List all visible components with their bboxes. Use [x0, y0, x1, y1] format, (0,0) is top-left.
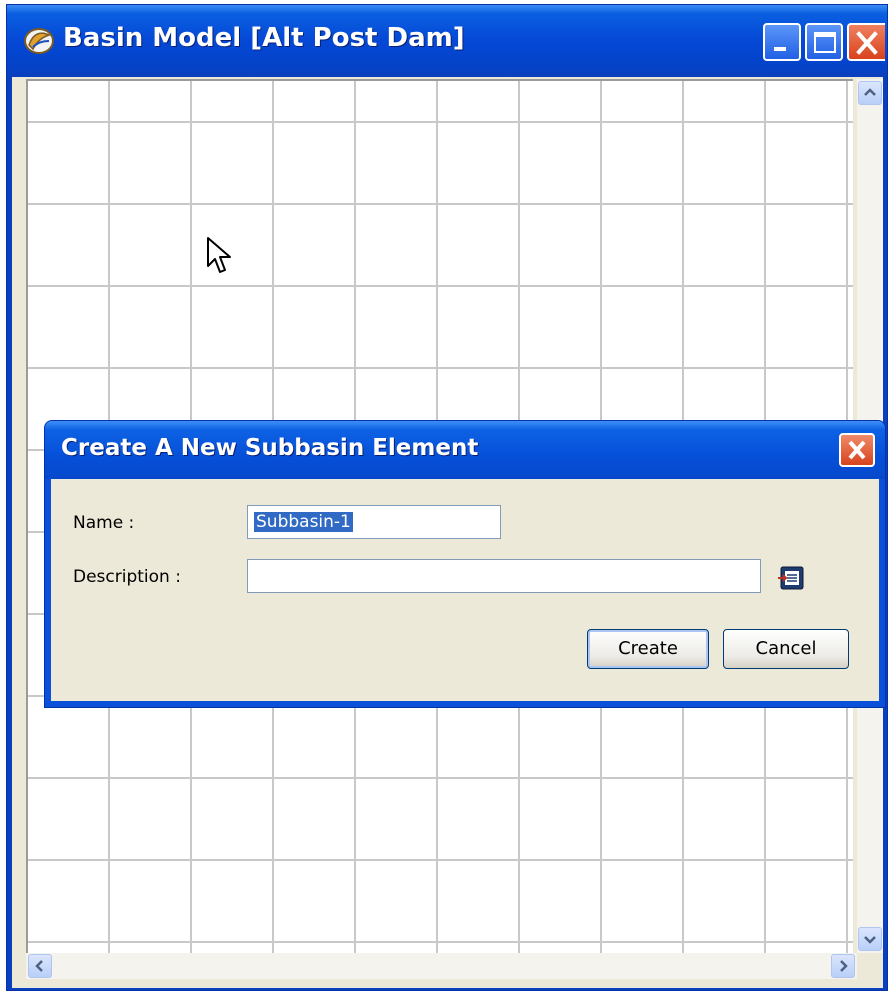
scroll-left-icon [35, 960, 43, 972]
description-field[interactable] [247, 559, 761, 593]
create-subbasin-dialog: Create A New Subbasin Element Name : Sub… [44, 420, 886, 708]
text-editor-icon[interactable] [777, 565, 807, 591]
name-field-value: Subbasin-1 [254, 512, 353, 532]
description-label: Description : [73, 567, 181, 587]
arrow-cursor-icon [207, 237, 231, 273]
name-field[interactable]: Subbasin-1 [247, 505, 501, 539]
window-title: Basin Model [Alt Post Dam] [63, 23, 465, 53]
scroll-down-icon [864, 936, 876, 944]
basin-model-app-icon [24, 28, 54, 54]
scroll-down-button[interactable] [858, 927, 882, 951]
maximize-button[interactable] [805, 23, 843, 61]
close-window-button[interactable] [847, 23, 885, 61]
name-label: Name : [73, 513, 135, 533]
create-button[interactable]: Create [587, 629, 709, 669]
scroll-right-button[interactable] [831, 954, 855, 978]
scroll-up-icon [864, 88, 876, 96]
scroll-left-button[interactable] [28, 954, 52, 978]
dialog-title: Create A New Subbasin Element [61, 435, 479, 461]
dialog-body: Name : Subbasin-1 Description : Create C… [51, 479, 879, 701]
window-titlebar[interactable]: Basin Model [Alt Post Dam] [7, 5, 887, 77]
close-icon [856, 31, 878, 55]
maximize-icon [814, 32, 836, 53]
cancel-button[interactable]: Cancel [723, 629, 849, 669]
minimize-button[interactable] [763, 23, 801, 61]
horizontal-scrollbar[interactable] [26, 953, 857, 979]
scroll-up-button[interactable] [858, 81, 882, 105]
close-icon [848, 440, 866, 460]
scroll-right-icon [840, 960, 848, 972]
minimize-icon [774, 47, 786, 51]
dialog-titlebar[interactable]: Create A New Subbasin Element [45, 421, 885, 479]
dialog-close-button[interactable] [839, 433, 875, 467]
